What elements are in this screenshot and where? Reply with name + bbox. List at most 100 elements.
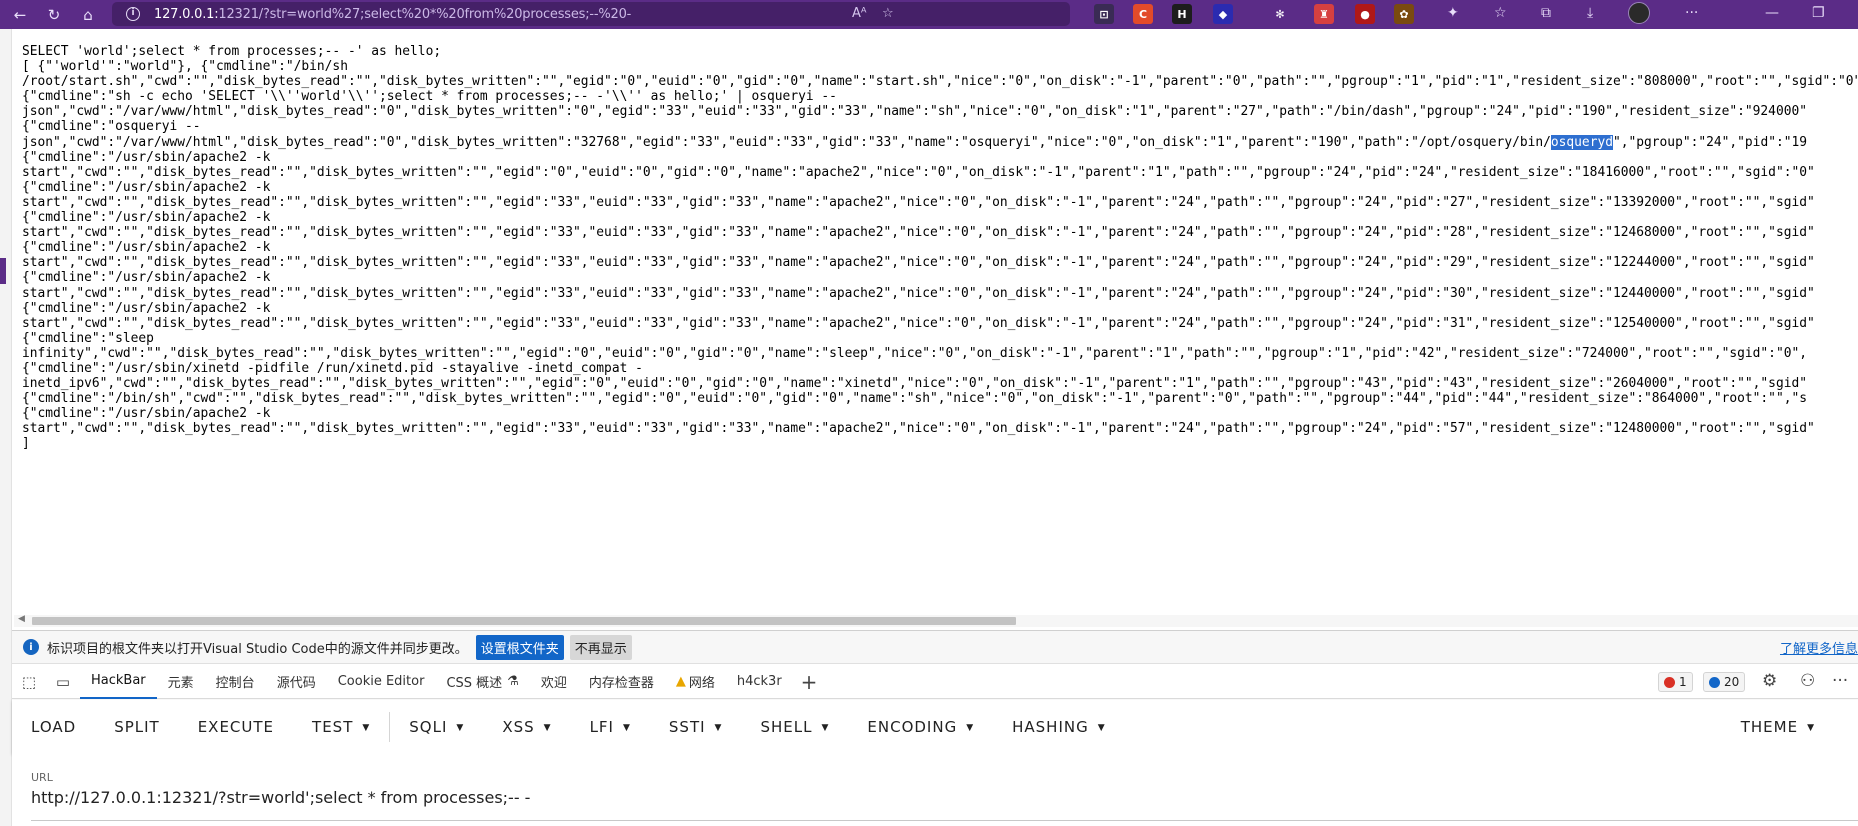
output-line-text: /root/start.sh","cwd":"","disk_bytes_rea… — [22, 74, 1858, 90]
output-line: start","cwd":"","disk_bytes_read":"","di… — [22, 225, 1858, 240]
output-line: {"cmdline":"sh -c echo 'SELECT '\\''worl… — [22, 89, 1858, 104]
output-line: {"cmdline":"/usr/sbin/apache2 -k — [22, 301, 1858, 316]
output-line: {"cmdline":"/usr/sbin/apache2 -k — [22, 406, 1858, 421]
learn-more-link[interactable]: 了解更多信息 — [1780, 638, 1858, 657]
devtools-more-icon[interactable]: ··· — [1832, 671, 1848, 691]
more-menu-icon[interactable]: ··· — [1685, 5, 1698, 21]
refresh-icon[interactable]: ↻ — [40, 0, 68, 29]
ext-2-icon[interactable]: C — [1133, 4, 1153, 24]
browser-toolbar: ← ↻ ⌂ i 127.0.0.1:12321/?str=world%27;se… — [0, 0, 1858, 29]
theme-menu[interactable]: THEME ▼ — [1722, 718, 1834, 736]
execute-button[interactable]: EXECUTE — [179, 718, 293, 736]
error-icon — [1664, 676, 1675, 688]
address-bar[interactable]: i 127.0.0.1:12321/?str=world%27;select%2… — [112, 2, 1070, 26]
output-line-text: {"cmdline":"/bin/sh","cwd":"","disk_byte… — [22, 391, 1807, 407]
inspect-element-icon[interactable]: ⬚ — [12, 673, 46, 691]
encoding-menu[interactable]: ENCODING ▼ — [848, 718, 993, 736]
caret-down-icon: ▼ — [362, 723, 371, 733]
caret-down-icon: ▼ — [1097, 723, 1106, 733]
tab-cookie-editor[interactable]: Cookie Editor — [327, 665, 436, 699]
test-menu[interactable]: TEST ▼ — [293, 718, 389, 736]
output-line: {"cmdline":"/bin/sh","cwd":"","disk_byte… — [22, 391, 1858, 406]
xss-menu[interactable]: XSS ▼ — [483, 718, 570, 736]
read-aloud-icon[interactable]: Aᴬ — [852, 6, 867, 21]
tab-memory-inspector[interactable]: 内存检查器 — [578, 665, 665, 699]
back-icon[interactable]: ← — [6, 0, 34, 29]
profile-avatar[interactable] — [1628, 2, 1650, 24]
output-line-text: {"cmdline":"/usr/sbin/xinetd -pidfile /r… — [22, 360, 643, 376]
sqli-label: SQLI — [409, 718, 448, 736]
selected-text: osqueryd — [1550, 134, 1613, 150]
downloads-icon[interactable]: ⤓ — [1587, 5, 1593, 21]
feedback-icon[interactable]: ⚇ — [1800, 671, 1815, 691]
settings-gear-icon[interactable]: ⚙ — [1762, 671, 1777, 691]
extensions-icon[interactable]: ✦ — [1447, 5, 1459, 21]
scrollbar-thumb[interactable] — [32, 617, 1016, 625]
restore-icon[interactable]: ❐ — [1812, 5, 1825, 21]
url-underline — [31, 820, 1858, 821]
lfi-label: LFI — [589, 718, 614, 736]
load-button[interactable]: LOAD — [12, 718, 95, 736]
error-count-badge[interactable]: 1 — [1658, 672, 1693, 692]
encoding-label: ENCODING — [867, 718, 958, 736]
xss-label: XSS — [502, 718, 535, 736]
ext-7-icon[interactable]: ● — [1355, 4, 1375, 24]
output-line-tail: ","pgroup":"24","pid":"19 — [1612, 134, 1808, 150]
output-line-text: {"cmdline":"/usr/sbin/apache2 -k — [22, 210, 271, 226]
url-label: URL — [31, 771, 53, 784]
ext-6-icon[interactable]: ♜ — [1314, 4, 1334, 24]
site-info-icon[interactable]: i — [126, 7, 140, 21]
tab-sources[interactable]: 源代码 — [266, 665, 327, 699]
output-line-text: {"cmdline":"/usr/sbin/apache2 -k — [22, 240, 271, 256]
ext-3-icon[interactable]: H — [1172, 4, 1192, 24]
add-tab-icon[interactable]: + — [793, 670, 826, 694]
lfi-menu[interactable]: LFI ▼ — [571, 718, 650, 736]
set-root-folder-button[interactable]: 设置根文件夹 — [475, 634, 564, 660]
split-button[interactable]: SPLIT — [95, 718, 179, 736]
ext-1-icon[interactable]: ⊡ — [1094, 4, 1114, 24]
tab-elements[interactable]: 元素 — [157, 665, 205, 699]
output-line: {"cmdline":"/usr/sbin/apache2 -k — [22, 240, 1858, 255]
tab-welcome[interactable]: 欢迎 — [530, 665, 578, 699]
tab-hackbar[interactable]: HackBar — [80, 665, 157, 699]
output-line-text: inetd_ipv6","cwd":"","disk_bytes_read":"… — [22, 376, 1807, 392]
ext-8-icon[interactable]: ✿ — [1394, 4, 1414, 24]
output-line: infinity","cwd":"","disk_bytes_read":"",… — [22, 346, 1858, 361]
hashing-menu[interactable]: HASHING ▼ — [993, 718, 1125, 736]
sqli-menu[interactable]: SQLI ▼ — [390, 718, 483, 736]
output-line-text: start","cwd":"","disk_bytes_read":"","di… — [22, 315, 1815, 331]
shell-menu[interactable]: SHELL ▼ — [741, 718, 848, 736]
ssti-menu[interactable]: SSTI ▼ — [650, 718, 742, 736]
tab-css-overview-label: CSS 概述 — [446, 676, 503, 691]
home-icon[interactable]: ⌂ — [74, 0, 102, 29]
tab-h4ck3r[interactable]: h4ck3r — [726, 665, 793, 699]
device-emulation-icon[interactable]: ▭ — [46, 673, 80, 691]
favorite-add-icon[interactable]: ☆ — [882, 6, 894, 21]
dont-show-again-button[interactable]: 不再显示 — [569, 634, 632, 660]
theme-label: THEME — [1740, 718, 1799, 736]
tab-network[interactable]: ▲ 网络 — [665, 665, 726, 699]
ext-4-icon[interactable]: ◆ — [1213, 4, 1233, 24]
favorites-icon[interactable]: ☆ — [1494, 5, 1507, 21]
message-count-badge[interactable]: 20 — [1703, 672, 1746, 692]
notice-message: 标识项目的根文件夹以打开Visual Studio Code中的源文件并同步更改… — [47, 641, 468, 657]
devtools-tabbar: ⬚ ▭ HackBar 元素 控制台 源代码 Cookie Editor CSS… — [12, 665, 1858, 699]
ext-5-icon[interactable]: ✻ — [1270, 4, 1290, 24]
output-line: start","cwd":"","disk_bytes_read":"","di… — [22, 286, 1858, 301]
output-line-text: start","cwd":"","disk_bytes_read":"","di… — [22, 255, 1815, 271]
experiment-icon: ⚗ — [507, 674, 519, 689]
tab-console[interactable]: 控制台 — [205, 665, 266, 699]
url-field[interactable]: URL http://127.0.0.1:12321/?str=world';s… — [12, 754, 1858, 826]
scroll-left-icon[interactable]: ◀ — [18, 614, 25, 624]
output-line-text: {"cmdline":"sh -c echo 'SELECT '\\''worl… — [22, 89, 837, 105]
url-input[interactable]: http://127.0.0.1:12321/?str=world';selec… — [31, 788, 530, 807]
caret-down-icon: ▼ — [966, 723, 975, 733]
collections-icon[interactable]: ⧉ — [1541, 5, 1551, 21]
tab-css-overview[interactable]: CSS 概述 ⚗ — [435, 665, 529, 699]
minimize-icon[interactable]: — — [1765, 5, 1779, 21]
output-line-text: {"cmdline":"sleep — [22, 330, 154, 346]
output-line-text: start","cwd":"","disk_bytes_read":"","di… — [22, 285, 1815, 301]
output-line: /root/start.sh","cwd":"","disk_bytes_rea… — [22, 74, 1858, 89]
output-line: start","cwd":"","disk_bytes_read":"","di… — [22, 316, 1858, 331]
caret-down-icon: ▼ — [456, 723, 465, 733]
